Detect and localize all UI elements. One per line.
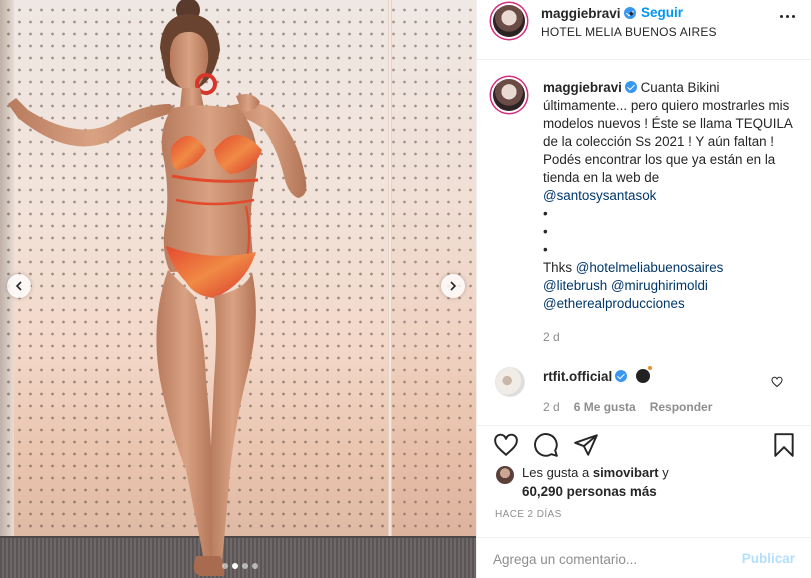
mention-link[interactable]: @litebrush	[543, 278, 607, 293]
comment-time[interactable]: 2 d	[543, 400, 560, 414]
model-figure	[8, 0, 307, 576]
comment-likes[interactable]: 6 Me gusta	[574, 400, 636, 414]
verified-icon	[624, 81, 637, 93]
carousel-dot	[222, 563, 228, 569]
comment-meta: 2 d 6 Me gusta Responder	[543, 400, 712, 414]
comment-input[interactable]	[493, 548, 733, 570]
mention-link[interactable]: @mirughirimoldi	[611, 278, 708, 293]
comment-icon[interactable]	[533, 432, 559, 458]
header-separator: •	[629, 6, 634, 21]
action-bar	[477, 425, 811, 463]
more-icon	[791, 14, 795, 18]
publish-button[interactable]: Publicar	[742, 551, 795, 566]
caption-thanks: Thks	[543, 260, 573, 275]
bomb-emoji-icon	[636, 366, 652, 383]
chevron-left-icon	[15, 281, 22, 291]
likes-conj: y	[662, 465, 669, 480]
more-options-button[interactable]	[775, 6, 799, 26]
reply-button[interactable]: Responder	[650, 400, 713, 414]
post-sidebar: maggiebravi • Seguir HOTEL MELIA BUENOS …	[476, 0, 811, 578]
commenter-username-text[interactable]: rtfit.official	[543, 369, 612, 384]
carousel-prev-button[interactable]	[7, 274, 31, 298]
carousel-dot	[242, 563, 248, 569]
chevron-right-icon	[450, 281, 457, 291]
heart-icon[interactable]	[493, 432, 519, 458]
likes-prefix: Les gusta a	[522, 465, 590, 480]
comment-composer: Publicar	[477, 537, 811, 578]
author-username[interactable]: maggiebravi	[541, 6, 636, 21]
comment-like-button[interactable]	[771, 376, 783, 388]
caption-text: maggiebravi Cuanta Bikini últimamente...…	[543, 79, 793, 313]
likes-line: Les gusta a simovibart y	[522, 465, 669, 480]
caption-bullet: •	[543, 224, 548, 239]
post-media[interactable]	[0, 0, 476, 578]
caption-body: Cuanta Bikini últimamente... pero quiero…	[543, 80, 793, 185]
caption-username[interactable]: maggiebravi	[543, 80, 622, 95]
verified-icon	[615, 370, 628, 382]
mention-link[interactable]: @etherealproducciones	[543, 296, 685, 311]
commenter-username[interactable]: rtfit.official	[543, 369, 628, 384]
caption-avatar[interactable]	[493, 79, 525, 111]
mention-link[interactable]: @hotelmeliabuenosaires	[576, 260, 724, 275]
more-icon	[785, 14, 789, 18]
bookmark-icon[interactable]	[771, 432, 797, 458]
comments-area[interactable]: maggiebravi Cuanta Bikini últimamente...…	[477, 60, 811, 425]
carousel-dot	[252, 563, 258, 569]
author-avatar[interactable]	[493, 5, 525, 37]
caption-bullet: •	[543, 206, 548, 221]
mention-link[interactable]: @santosysantasok	[543, 188, 656, 203]
commenter-avatar[interactable]	[495, 367, 525, 397]
more-icon	[779, 14, 783, 18]
liker-avatar[interactable]	[496, 466, 514, 484]
post-location[interactable]: HOTEL MELIA BUENOS AIRES	[541, 25, 717, 39]
post-header: maggiebravi • Seguir HOTEL MELIA BUENOS …	[477, 0, 811, 60]
caption-bullet: •	[543, 242, 548, 257]
carousel-indicator	[222, 563, 258, 569]
post-timestamp[interactable]: HACE 2 DÍAS	[495, 509, 562, 520]
carousel-dot-active	[232, 563, 238, 569]
share-icon[interactable]	[573, 432, 599, 458]
likes-count[interactable]: 60,290 personas más	[522, 484, 657, 499]
follow-button[interactable]: Seguir	[641, 5, 683, 20]
caption-time[interactable]: 2 d	[543, 330, 560, 344]
liker-username[interactable]: simovibart	[593, 465, 659, 480]
author-username-text[interactable]: maggiebravi	[541, 6, 621, 21]
carousel-next-button[interactable]	[441, 274, 465, 298]
